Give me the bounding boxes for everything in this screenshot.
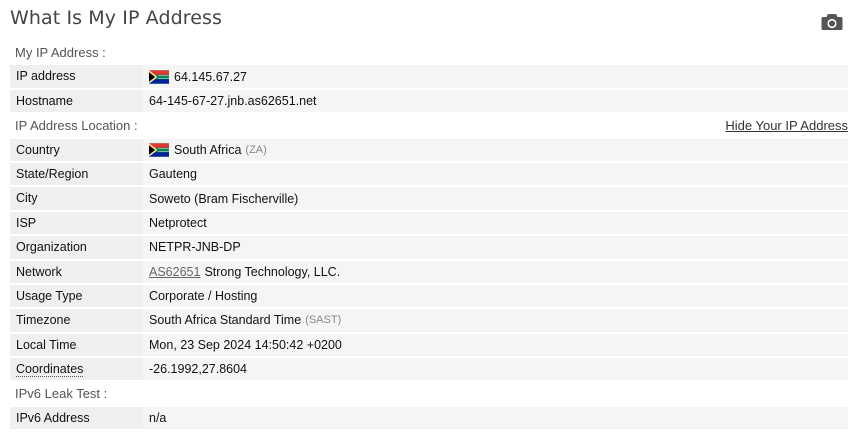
section-ipv6: IPv6 Leak Test : — [10, 382, 848, 406]
row-label: Organization — [10, 236, 143, 259]
row-label: City — [10, 187, 143, 210]
country-code: (ZA) — [245, 143, 267, 156]
row-label: Country — [10, 138, 143, 161]
row-label: Timezone — [10, 309, 143, 332]
row-value: -26.1992,27.8604 — [143, 358, 848, 381]
row-value: Netprotect — [143, 211, 848, 235]
coordinates-label[interactable]: Coordinates — [16, 362, 84, 378]
row-country: Country South Africa (ZA) — [10, 138, 848, 161]
row-value: South Africa (ZA) — [143, 138, 848, 161]
hide-ip-link[interactable]: Hide Your IP Address — [725, 114, 848, 138]
row-value: AS62651 Strong Technology, LLC. — [143, 260, 848, 283]
row-label: Network — [10, 260, 143, 283]
row-label: Hostname — [10, 89, 143, 113]
row-value: Mon, 23 Sep 2024 14:50:42 +0200 — [143, 333, 848, 357]
section-label: IP Address Location : — [15, 118, 138, 134]
row-ip-address: IP address 64.145.67.27 — [10, 65, 848, 88]
row-label: Coordinates — [10, 358, 143, 381]
row-ipv6-address: IPv6 Address n/a — [10, 406, 848, 430]
row-label: State/Region — [10, 162, 143, 186]
section-location: IP Address Location : Hide Your IP Addre… — [10, 114, 848, 138]
row-label: Local Time — [10, 333, 143, 357]
row-state: State/Region Gauteng — [10, 162, 848, 186]
row-label: ISP — [10, 211, 143, 235]
row-value: Soweto (Bram Fischerville) — [143, 187, 848, 210]
row-hostname: Hostname 64-145-67-27.jnb.as62651.net — [10, 89, 848, 113]
row-value: Corporate / Hosting — [143, 284, 848, 308]
page-title: What Is My IP Address — [10, 7, 223, 29]
row-label: Usage Type — [10, 284, 143, 308]
row-value: South Africa Standard Time (SAST) — [143, 309, 848, 332]
south-africa-flag-icon — [149, 69, 169, 84]
row-label: IPv6 Address — [10, 406, 143, 430]
row-value: 64.145.67.27 — [143, 65, 848, 88]
row-isp: ISP Netprotect — [10, 211, 848, 235]
row-value: Gauteng — [143, 162, 848, 186]
row-value: n/a — [143, 406, 848, 430]
timezone-value: South Africa Standard Time — [149, 313, 302, 328]
country-value: South Africa — [174, 142, 242, 157]
camera-icon[interactable] — [821, 13, 843, 31]
row-usage-type: Usage Type Corporate / Hosting — [10, 284, 848, 308]
row-local-time: Local Time Mon, 23 Sep 2024 14:50:42 +02… — [10, 333, 848, 357]
row-label: IP address — [10, 65, 143, 88]
section-my-ip: My IP Address : — [10, 41, 848, 65]
section-label: IPv6 Leak Test : — [15, 386, 108, 402]
row-value: NETPR-JNB-DP — [143, 236, 848, 259]
section-label: My IP Address : — [15, 45, 106, 60]
ip-info-table: My IP Address : IP address 64.145.67.27 … — [10, 41, 848, 431]
south-africa-flag-icon — [149, 143, 169, 157]
row-city: City Soweto (Bram Fischerville) — [10, 187, 848, 210]
asn-link[interactable]: AS62651 — [149, 261, 200, 283]
ip-address-value: 64.145.67.27 — [174, 69, 247, 84]
row-organization: Organization NETPR-JNB-DP — [10, 236, 848, 259]
row-value: 64-145-67-27.jnb.as62651.net — [143, 89, 848, 113]
network-name: Strong Technology, LLC. — [204, 264, 341, 279]
row-coordinates: Coordinates -26.1992,27.8604 — [10, 358, 848, 381]
row-timezone: Timezone South Africa Standard Time (SAS… — [10, 309, 848, 332]
timezone-code: (SAST) — [305, 314, 342, 327]
row-network: Network AS62651 Strong Technology, LLC. — [10, 260, 848, 283]
